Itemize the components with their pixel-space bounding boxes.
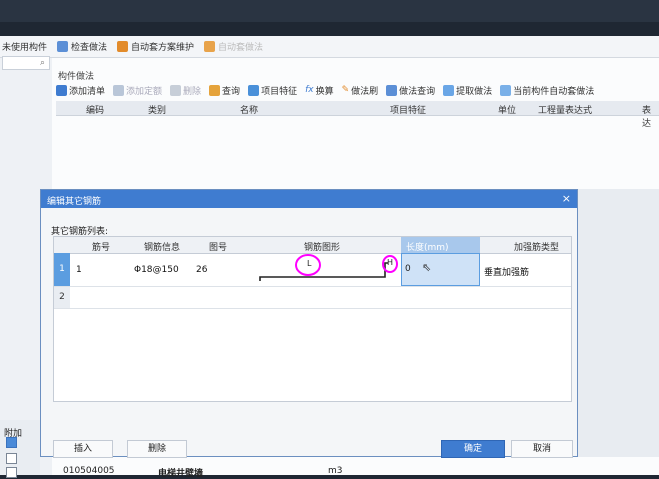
auto-icon: [204, 41, 216, 52]
method-table-header: 编码 类别 名称 项目特征 单位 工程量表达式 表达: [56, 101, 659, 129]
close-icon[interactable]: ×: [562, 192, 571, 205]
check-icon: [57, 41, 69, 52]
checkbox[interactable]: [6, 467, 17, 478]
add-list-icon: [56, 84, 67, 96]
fx-icon: fx: [305, 85, 314, 95]
cancel-button[interactable]: 取消: [511, 440, 573, 458]
query-button[interactable]: 查询: [209, 84, 240, 97]
rebar-shape-figure[interactable]: [250, 253, 400, 287]
method-brush-button[interactable]: ✎ 做法刷: [342, 84, 379, 97]
auto-current-icon: [500, 84, 512, 96]
search-icon[interactable]: ⌕: [40, 58, 45, 68]
add-quota-label: 添加定额: [126, 86, 163, 97]
col-expression: 工程量表达式: [538, 106, 593, 116]
shape-label-h: H: [387, 258, 394, 267]
add-quota-icon: [113, 84, 125, 96]
footer-row: 010504005 电梯井壁墙 m3: [58, 466, 558, 479]
method-query-icon: [386, 84, 398, 96]
dialog-titlebar: 编辑其它钢筋 ×: [41, 190, 577, 208]
auto-current-label: 当前构件自动套做法: [513, 86, 595, 97]
col-fig-no: 图号: [209, 243, 228, 253]
add-list-button[interactable]: 添加清单: [56, 84, 105, 97]
add-list-label: 添加清单: [69, 86, 106, 97]
convert-label: 换算: [315, 86, 334, 97]
top-dark-bar: [0, 0, 659, 22]
unused-components-button[interactable]: 未使用构件: [2, 40, 47, 53]
check-method-label: 检查做法: [71, 43, 108, 53]
cell-bar-info[interactable]: Φ18@150: [134, 265, 179, 275]
check-method-button[interactable]: 检查做法: [57, 40, 107, 53]
col-bar-no: 筋号: [92, 243, 111, 253]
length-value: 0: [405, 264, 411, 274]
shape-label-l: L: [307, 259, 312, 268]
delete-method-label: 删除: [183, 86, 202, 97]
query-label: 查询: [222, 86, 241, 97]
cell-fig-no[interactable]: 26: [196, 265, 207, 275]
auto-current-button[interactable]: 当前构件自动套做法: [500, 84, 594, 97]
col-feature: 项目特征: [390, 106, 427, 116]
item-feature-label: 项目特征: [261, 86, 298, 97]
add-quota-button[interactable]: 添加定额: [113, 84, 162, 97]
col-bar-info: 钢筋信息: [144, 243, 181, 253]
scheme-icon: [117, 41, 129, 52]
col-category: 类别: [148, 106, 167, 116]
col-unit: 单位: [498, 106, 517, 116]
bottom-left-panel: 附加: [0, 420, 40, 478]
extract-method-label: 提取做法: [456, 86, 493, 97]
item-feature-button[interactable]: 项目特征: [248, 84, 297, 97]
auto-method-label: 自动套做法: [218, 43, 264, 53]
col-code: 编码: [86, 106, 105, 116]
auto-method-button[interactable]: 自动套做法: [204, 40, 263, 53]
ok-button[interactable]: 确定: [441, 440, 505, 458]
length-cell[interactable]: 0 ⇖: [401, 253, 480, 286]
extract-icon: [443, 84, 455, 96]
extract-method-button[interactable]: 提取做法: [443, 84, 492, 97]
right-panel: [578, 189, 659, 457]
auto-scheme-label: 自动套方案维护: [131, 43, 195, 53]
rebar-grid: 筋号 钢筋信息 图号 钢筋图形 长度(mm) 加强筋类型 1 2 1 Φ18@1…: [53, 236, 572, 402]
method-brush-label: 做法刷: [351, 86, 379, 97]
auto-scheme-button[interactable]: 自动套方案维护: [117, 40, 194, 53]
dialog-title: 编辑其它钢筋: [47, 197, 102, 207]
query-icon: [209, 84, 221, 96]
cell-rebar-type[interactable]: 垂直加强筋: [484, 265, 529, 278]
row-index-1[interactable]: 1: [54, 253, 70, 286]
method-query-label: 做法查询: [399, 86, 436, 97]
delete-method-button[interactable]: 删除: [170, 84, 201, 97]
rebar-shape-line: [259, 262, 388, 281]
checkbox-checked[interactable]: [6, 437, 17, 448]
delete-button[interactable]: 删除: [127, 440, 187, 458]
cursor-icon: ⇖: [422, 261, 432, 274]
row-index-2[interactable]: 2: [54, 286, 70, 308]
feature-icon: [248, 84, 260, 96]
method-toolbar: 添加清单 添加定额 删除 查询 项目特征 fx 换算 ✎ 做法刷 做法查询 提取…: [56, 81, 659, 99]
edit-other-rebar-dialog: 编辑其它钢筋 × 其它钢筋列表: 筋号 钢筋信息 图号 钢筋图形 长度(mm) …: [40, 189, 578, 458]
col-expr2: 表达: [642, 106, 652, 129]
brush-icon: ✎: [341, 85, 350, 95]
col-rebar-type: 加强筋类型: [514, 243, 560, 253]
col-name: 名称: [240, 106, 259, 116]
convert-button[interactable]: fx 换算: [305, 84, 334, 97]
unused-components-label: 未使用构件: [2, 43, 48, 53]
col-shape: 钢筋图形: [304, 243, 341, 253]
cell-bar-no[interactable]: 1: [76, 265, 82, 275]
delete-icon: [170, 84, 182, 96]
method-query-button[interactable]: 做法查询: [386, 84, 435, 97]
rebar-grid-header: 筋号 钢筋信息 图号 钢筋图形 长度(mm) 加强筋类型: [54, 237, 571, 254]
insert-button[interactable]: 插入: [53, 440, 113, 458]
left-search-input[interactable]: ⌕: [2, 56, 50, 70]
col-length: 长度(mm): [406, 243, 449, 253]
row-divider: [54, 308, 571, 309]
footer-name: 电梯井壁墙: [158, 469, 204, 479]
checkbox[interactable]: [6, 453, 17, 464]
main-toolbar: 未使用构件 检查做法 自动套方案维护 自动套做法: [0, 36, 659, 58]
